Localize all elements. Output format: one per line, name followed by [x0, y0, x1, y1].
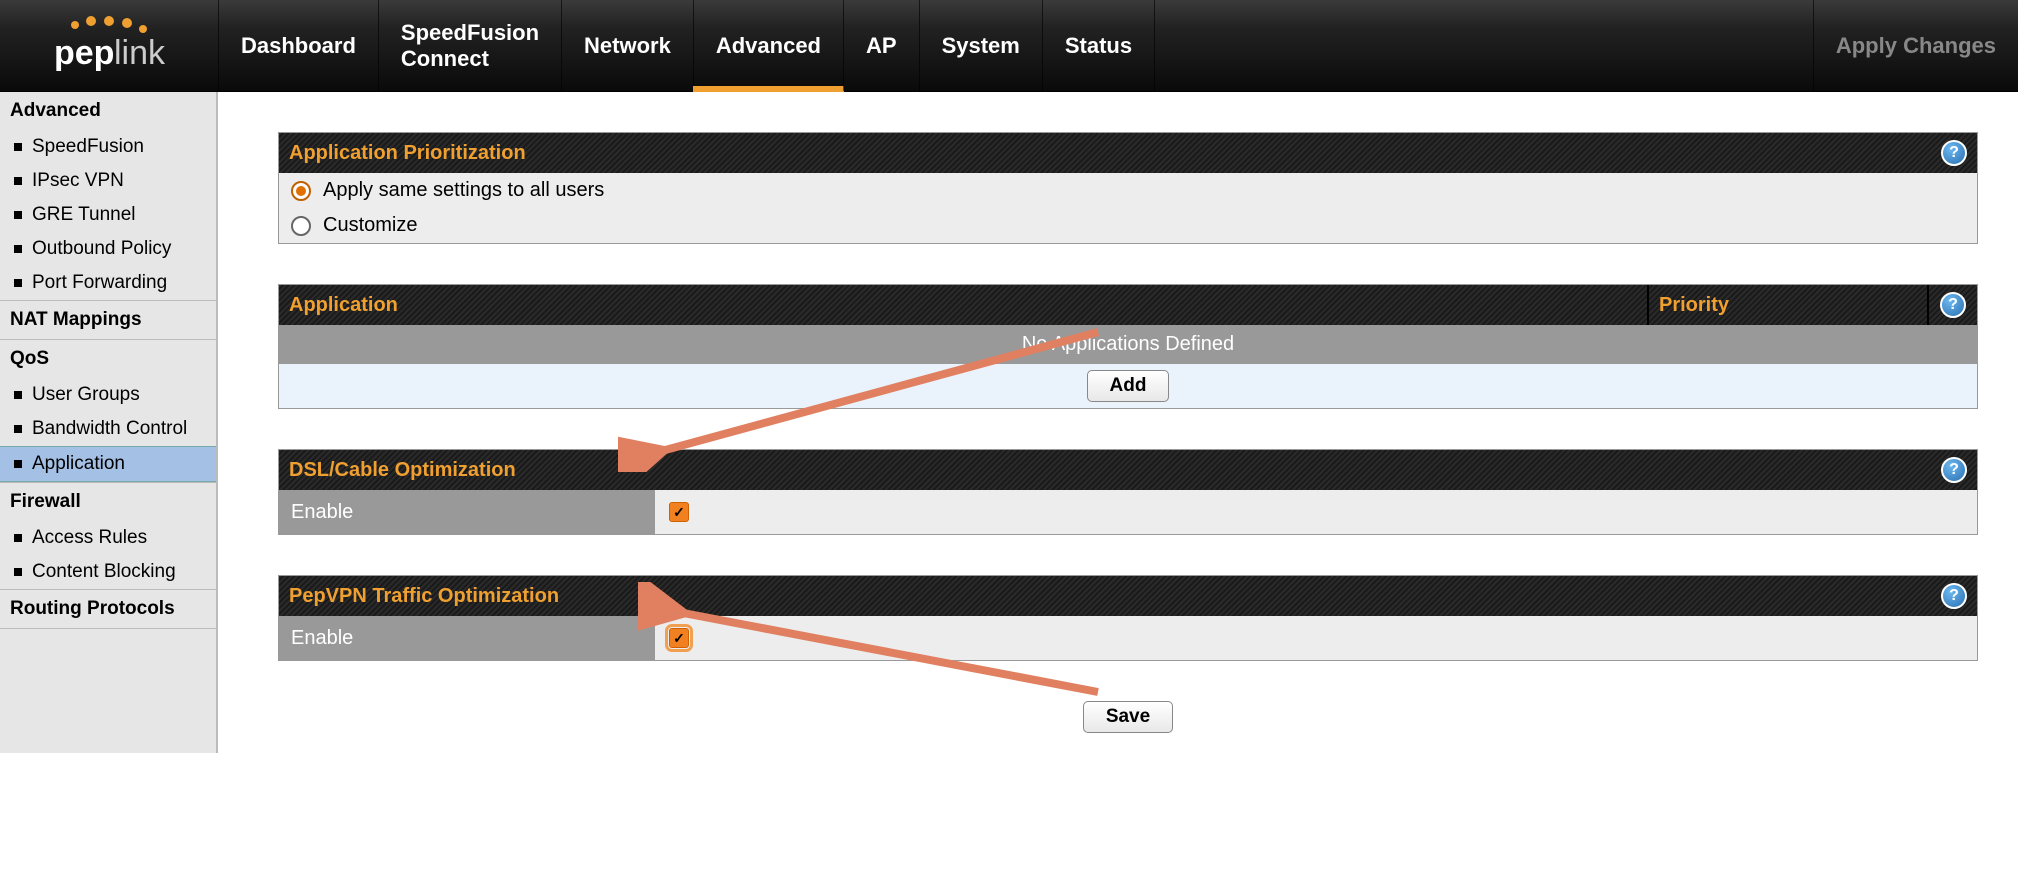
panel-applications: Application Priority ? No Applications D…	[278, 284, 1978, 409]
radio-customize[interactable]: Customize	[279, 208, 1977, 243]
sidebar: Advanced SpeedFusion IPsec VPN GRE Tunnel Ou…	[0, 92, 218, 753]
nav-item-speedfusion-connect[interactable]: SpeedFusion Connect	[378, 0, 561, 91]
help-icon[interactable]: ?	[1941, 583, 1967, 609]
panel-dsl-optimization: DSL/Cable Optimization ? Enable	[278, 449, 1978, 535]
nav-item-network[interactable]: Network	[561, 0, 693, 91]
sidebar-item-application[interactable]: Application	[0, 446, 216, 482]
nav-item-status[interactable]: Status	[1042, 0, 1155, 91]
bullet-icon	[14, 460, 22, 468]
sidebar-item-speedfusion[interactable]: SpeedFusion	[0, 130, 216, 164]
svg-text:link: link	[114, 34, 166, 72]
top-nav: pep link DashboardSpeedFusion ConnectNet…	[0, 0, 2018, 92]
logo: pep link	[0, 0, 218, 91]
sidebar-section-advanced[interactable]: Advanced	[0, 92, 216, 130]
main-content: Application Prioritization ? Apply same …	[218, 92, 2018, 753]
bullet-icon	[14, 391, 22, 399]
sidebar-item-label: Content Blocking	[32, 561, 176, 583]
sidebar-item-gre-tunnel[interactable]: GRE Tunnel	[0, 198, 216, 232]
sidebar-item-label: Outbound Policy	[32, 238, 171, 260]
nav-item-dashboard[interactable]: Dashboard	[218, 0, 378, 91]
radio-all-users[interactable]: Apply same settings to all users	[279, 173, 1977, 208]
bullet-icon	[14, 143, 22, 151]
bullet-icon	[14, 425, 22, 433]
dsl-enable-checkbox[interactable]	[669, 502, 689, 522]
bullet-icon	[14, 177, 22, 185]
panel-title: DSL/Cable Optimization	[289, 459, 516, 482]
sidebar-section-qos[interactable]: QoS	[0, 340, 216, 378]
sidebar-item-user-groups[interactable]: User Groups	[0, 378, 216, 412]
column-priority: Priority	[1647, 285, 1927, 325]
radio-icon	[291, 181, 311, 201]
sidebar-item-label: Bandwidth Control	[32, 418, 187, 440]
sidebar-item-ipsec-vpn[interactable]: IPsec VPN	[0, 164, 216, 198]
sidebar-item-label: GRE Tunnel	[32, 204, 136, 226]
sidebar-item-label: Access Rules	[32, 527, 147, 549]
nav-item-system[interactable]: System	[919, 0, 1042, 91]
radio-icon	[291, 216, 311, 236]
column-application: Application	[279, 285, 1647, 325]
sidebar-section-nat-mappings[interactable]: NAT Mappings	[0, 301, 216, 339]
sidebar-item-label: SpeedFusion	[32, 136, 144, 158]
sidebar-item-label: IPsec VPN	[32, 170, 124, 192]
bullet-icon	[14, 211, 22, 219]
sidebar-section-firewall[interactable]: Firewall	[0, 483, 216, 521]
panel-pepvpn-optimization: PepVPN Traffic Optimization ? Enable	[278, 575, 1978, 661]
sidebar-item-content-blocking[interactable]: Content Blocking	[0, 555, 216, 589]
svg-text:pep: pep	[54, 34, 114, 72]
bullet-icon	[14, 279, 22, 287]
help-icon[interactable]: ?	[1941, 457, 1967, 483]
sidebar-item-label: Port Forwarding	[32, 272, 167, 294]
bullet-icon	[14, 568, 22, 576]
nav-item-ap[interactable]: AP	[843, 0, 919, 91]
help-icon[interactable]: ?	[1940, 292, 1966, 318]
applications-empty: No Applications Defined	[279, 325, 1977, 364]
radio-label: Apply same settings to all users	[323, 179, 604, 202]
pepvpn-enable-checkbox[interactable]	[669, 628, 689, 648]
panel-title: PepVPN Traffic Optimization	[289, 585, 559, 608]
sidebar-item-label: Application	[32, 453, 125, 475]
dsl-enable-label: Enable	[279, 490, 655, 534]
bullet-icon	[14, 245, 22, 253]
sidebar-item-bandwidth-control[interactable]: Bandwidth Control	[0, 412, 216, 446]
pepvpn-enable-label: Enable	[279, 616, 655, 660]
panel-title: Application Prioritization	[289, 142, 526, 165]
apply-changes-button[interactable]: Apply Changes	[1813, 0, 2018, 91]
radio-label: Customize	[323, 214, 417, 237]
add-button[interactable]: Add	[1087, 370, 1170, 402]
panel-prioritization: Application Prioritization ? Apply same …	[278, 132, 1978, 244]
sidebar-item-outbound-policy[interactable]: Outbound Policy	[0, 232, 216, 266]
help-icon[interactable]: ?	[1941, 140, 1967, 166]
save-button[interactable]: Save	[1083, 701, 1173, 733]
sidebar-item-label: User Groups	[32, 384, 140, 406]
nav-item-advanced[interactable]: Advanced	[693, 0, 843, 91]
bullet-icon	[14, 534, 22, 542]
sidebar-section-routing-protocols[interactable]: Routing Protocols	[0, 590, 216, 628]
sidebar-item-port-forwarding[interactable]: Port Forwarding	[0, 266, 216, 300]
sidebar-item-access-rules[interactable]: Access Rules	[0, 521, 216, 555]
